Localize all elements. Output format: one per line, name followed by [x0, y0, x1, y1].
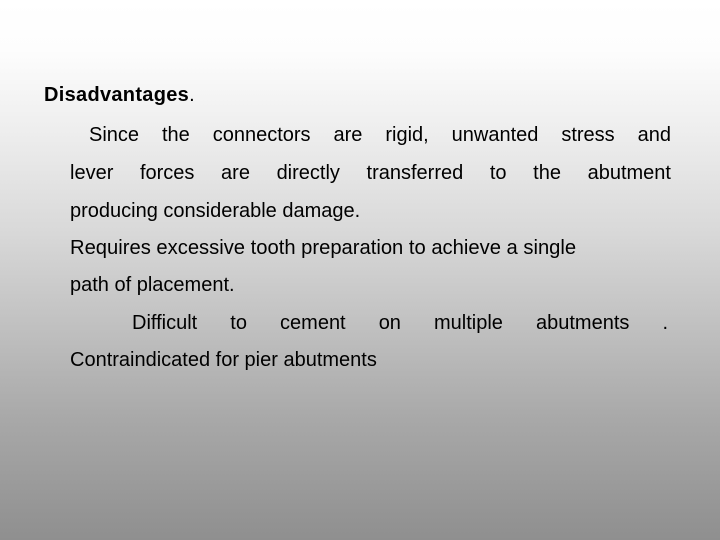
word: transferred [366, 162, 464, 184]
word: abutments [535, 312, 630, 334]
word: directly [276, 162, 340, 184]
word: connectors [212, 124, 311, 146]
slide-title: Disadvantages. [44, 84, 195, 107]
text-line: Difficult to cement on multiple abutments. [132, 311, 668, 335]
word: Since [89, 124, 140, 146]
word: are [333, 124, 363, 146]
text-line: path of placement. [70, 274, 235, 296]
word: on [378, 312, 401, 334]
word: lever [70, 162, 114, 184]
word: abutment [587, 162, 671, 184]
word: . [662, 312, 668, 334]
word: unwanted [451, 124, 539, 146]
title-text: Disadvantages [44, 84, 190, 106]
word: rigid, [385, 124, 429, 146]
word: stress [561, 124, 615, 146]
word: cement [280, 312, 346, 334]
word: the [161, 124, 190, 146]
word: to [489, 162, 507, 184]
word: and [637, 124, 671, 146]
title-period: . [189, 84, 195, 106]
word: Difficult [132, 312, 198, 334]
word: multiple [434, 312, 503, 334]
word: are [221, 162, 250, 184]
text-line: Since the connectors are rigid, unwanted stres… [89, 123, 671, 147]
text-line: Requires excessive tooth preparation to … [70, 237, 577, 259]
text-line: producing considerable damage. [70, 200, 361, 222]
word: to [230, 312, 247, 334]
word: forces [139, 162, 195, 184]
slide: Disadvantages. Since the connectors are rigi… [0, 0, 720, 540]
word: the [533, 162, 561, 184]
text-line: lever forces are directly transferred to the ab… [70, 161, 671, 185]
text-line: Contraindicated for pier abutments [70, 349, 377, 371]
